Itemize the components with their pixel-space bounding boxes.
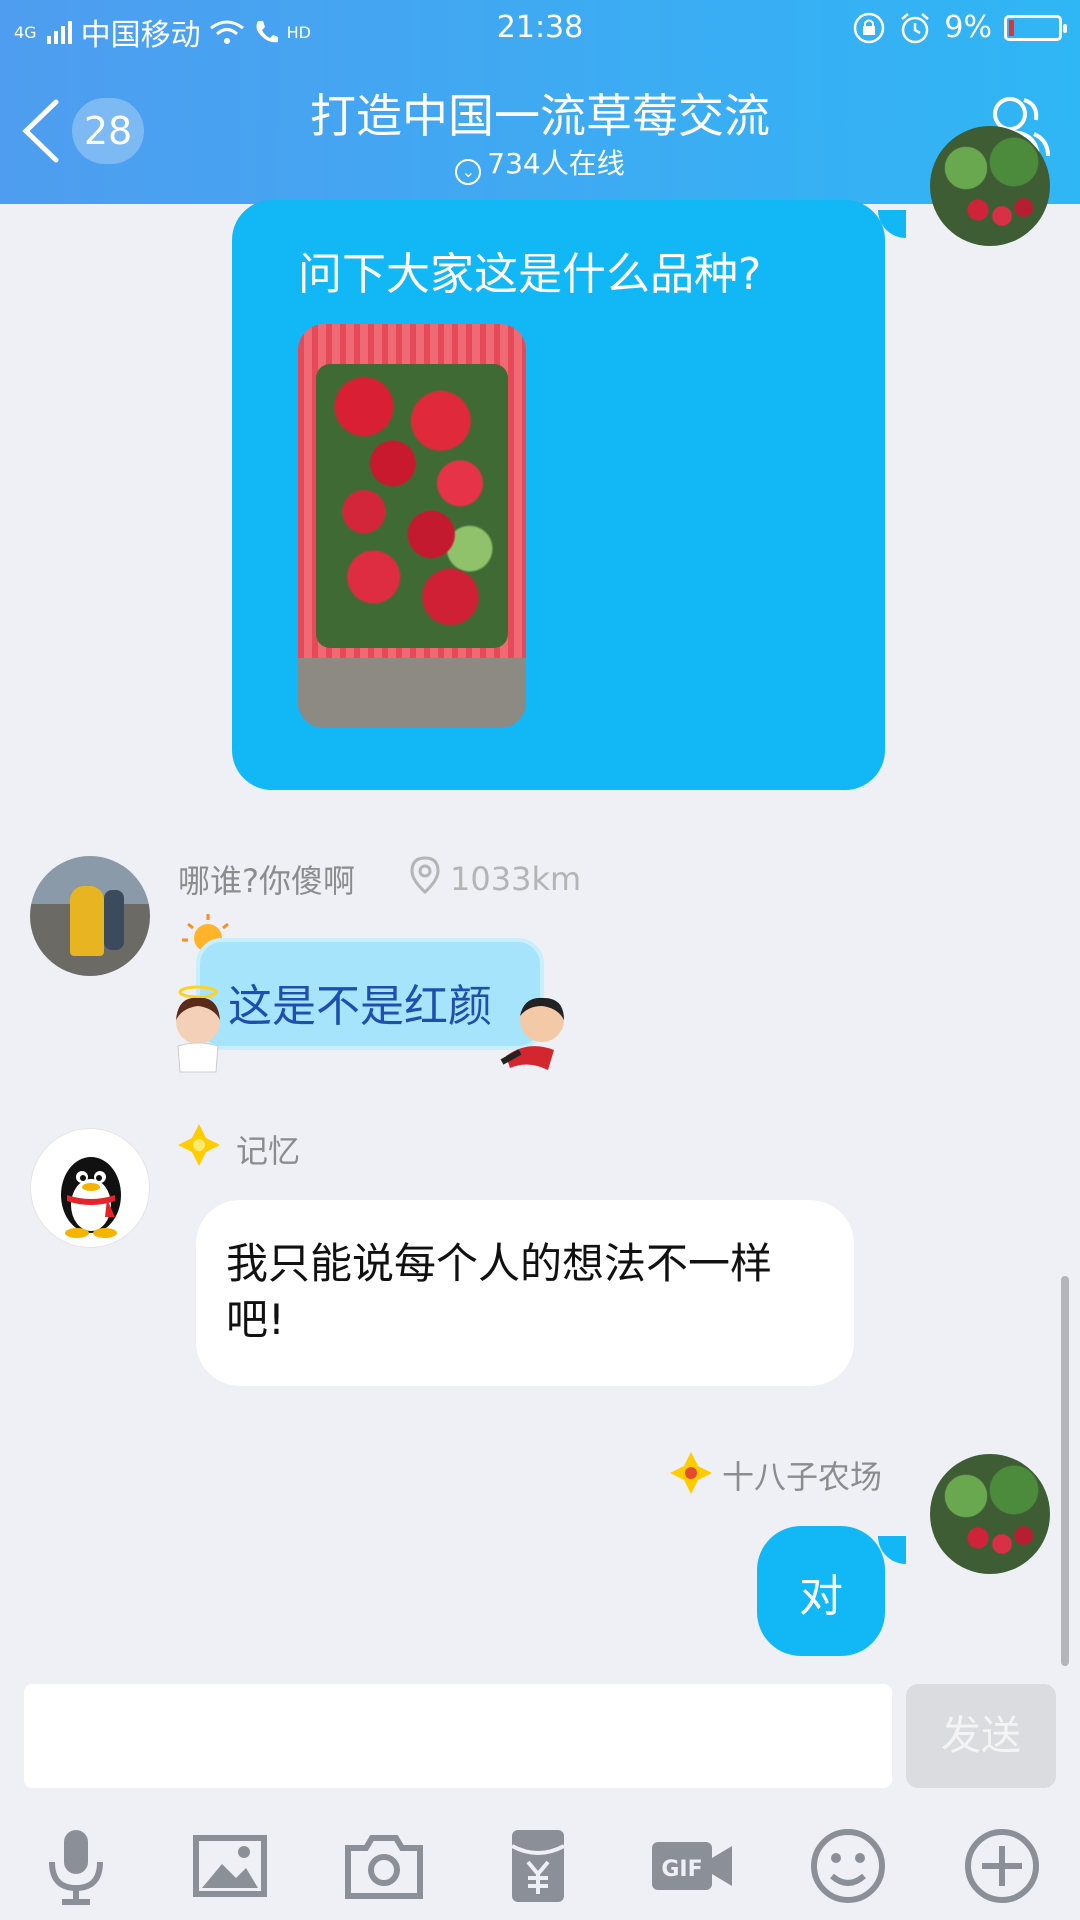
message-text: 这是不是红颜: [228, 981, 492, 1032]
sender-avatar[interactable]: [30, 856, 150, 976]
camera-icon[interactable]: [342, 1824, 426, 1908]
sender-nickname[interactable]: 哪谁?你傻啊: [178, 856, 355, 902]
red-packet-icon[interactable]: [496, 1824, 580, 1908]
message-text: 对: [799, 1571, 843, 1622]
strawberry-photo[interactable]: [298, 324, 526, 728]
member-level-icon: [670, 1452, 712, 1494]
gif-video-icon[interactable]: GIF: [650, 1824, 734, 1908]
status-right: 9%: [852, 10, 1067, 45]
my-nickname[interactable]: 十八子农场: [722, 1452, 882, 1498]
group-title: 打造中国一流草莓交流: [310, 89, 770, 143]
my-avatar[interactable]: [930, 126, 1050, 246]
themed-message-bubble[interactable]: 这是不是红颜: [196, 938, 544, 1050]
sender-nickname[interactable]: 记忆: [236, 1126, 300, 1172]
message-text: 我只能说每个人的想法不一样吧!: [226, 1239, 773, 1344]
gif-label: GIF: [661, 1857, 702, 1882]
plus-more-icon[interactable]: [960, 1824, 1044, 1908]
message-bubble-mine[interactable]: 对: [757, 1526, 885, 1656]
location-pin-icon: [410, 856, 440, 894]
online-count-label: 734人在线: [487, 147, 625, 180]
message-bubble[interactable]: 我只能说每个人的想法不一样吧!: [196, 1200, 854, 1386]
member-level-icon: [178, 1124, 220, 1166]
chat-header: 4G 中国移动 HD 21:38 9% 28 打造中国一流草莓交流 ⌄ 734人…: [0, 0, 1080, 204]
qq-penguin-icon: [61, 1157, 121, 1238]
sender-distance: 1033km: [450, 860, 582, 898]
battery-percent: 9%: [944, 10, 992, 45]
chat-scrollbar[interactable]: [1061, 1276, 1069, 1666]
chevron-down-icon: ⌄: [455, 159, 482, 185]
angel-girl-sticker-icon: [176, 985, 220, 1073]
lock-rotation-icon: [854, 12, 885, 43]
sender-avatar[interactable]: [30, 1128, 150, 1248]
send-button[interactable]: 发送: [906, 1684, 1056, 1788]
battery-icon: [1004, 14, 1067, 41]
strawberries-image: [316, 364, 508, 648]
input-toolbar: GIF: [0, 1810, 1080, 1920]
status-bar: 4G 中国移动 HD 21:38 9%: [0, 0, 1080, 56]
alarm-icon: [901, 12, 930, 43]
emoji-icon[interactable]: [806, 1824, 890, 1908]
my-avatar[interactable]: [930, 1454, 1050, 1574]
photo-ground: [298, 658, 526, 728]
image-icon[interactable]: [188, 1824, 272, 1908]
online-count[interactable]: ⌄ 734人在线: [0, 142, 1080, 185]
message-input[interactable]: [24, 1684, 892, 1788]
message-text: 问下大家这是什么品种?: [298, 249, 762, 300]
message-bubble-mine[interactable]: 问下大家这是什么品种?: [232, 200, 885, 790]
boy-sticker-icon: [500, 997, 564, 1070]
microphone-icon[interactable]: [34, 1824, 118, 1908]
